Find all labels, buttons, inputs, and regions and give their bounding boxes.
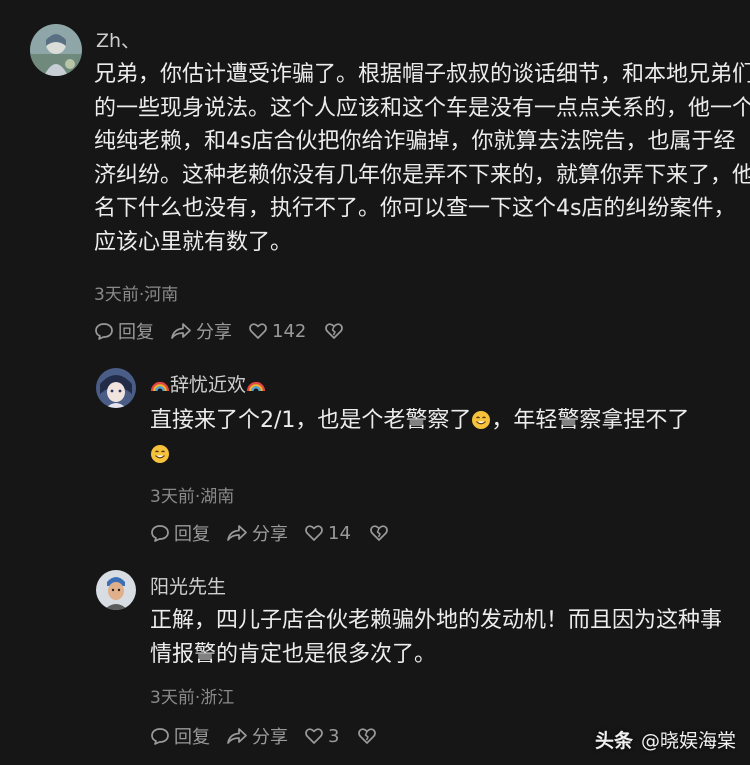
avatar[interactable] (96, 368, 136, 408)
rainbow-icon (150, 381, 170, 391)
reply-actions: 回复 分享 3 (150, 723, 377, 749)
reply-button[interactable]: 回复 (94, 318, 154, 344)
dislike-button[interactable] (369, 523, 389, 543)
share-label: 分享 (252, 524, 288, 545)
reply-label: 回复 (174, 524, 210, 545)
watermark: 头条 @晓娱海棠 (595, 726, 736, 753)
share-button[interactable]: 分享 (170, 318, 232, 344)
reply-username-text: 辞忧近欢 (170, 374, 247, 396)
reply-text-part: ，年轻警察拿捏不了 (491, 408, 690, 433)
reply-username[interactable]: 阳光先生 (150, 572, 226, 599)
reply-actions: 回复 分享 14 (150, 520, 389, 546)
broken-heart-icon (325, 323, 344, 339)
reply-meta: 3天前·浙江 (150, 688, 235, 708)
heart-icon (305, 728, 323, 744)
like-count: 142 (272, 320, 307, 342)
share-icon (227, 525, 247, 541)
like-button[interactable]: 14 (304, 523, 351, 544)
broken-heart-icon (370, 525, 388, 541)
reply-icon (95, 323, 113, 340)
smile-emoji-icon (151, 444, 169, 463)
like-button[interactable]: 3 (304, 726, 339, 747)
reply-button[interactable]: 回复 (150, 723, 210, 749)
share-label: 分享 (252, 727, 288, 748)
broken-heart-icon (358, 728, 377, 744)
like-count: 14 (328, 522, 351, 544)
reply-icon (151, 525, 169, 542)
reply-icon (151, 728, 169, 745)
dislike-button[interactable] (324, 321, 344, 341)
reply-text-part: 直接来了个2/1，也是个老警察了 (150, 408, 472, 433)
share-button[interactable]: 分享 (226, 723, 288, 749)
reply-button[interactable]: 回复 (150, 520, 210, 546)
share-label: 分享 (196, 322, 232, 343)
reply-label: 回复 (118, 322, 154, 343)
comment-username[interactable]: Zh、 (96, 26, 140, 53)
watermark-account: @晓娱海棠 (640, 730, 736, 752)
comment-item: Zh、 兄弟，你估计遭受诈骗了。根据帽子叔叔的谈话细节，和本地兄弟们的一些现身说… (0, 0, 750, 350)
like-button[interactable]: 142 (248, 321, 306, 342)
like-count: 3 (328, 725, 340, 747)
smile-emoji-icon (472, 411, 491, 429)
share-button[interactable]: 分享 (226, 520, 288, 546)
comment-actions: 回复 分享 142 (94, 318, 344, 344)
comment-meta: 3天前·河南 (94, 285, 179, 305)
rainbow-icon (246, 381, 266, 391)
heart-icon (305, 525, 323, 541)
avatar[interactable] (30, 24, 82, 76)
reply-text: 正解，四儿子店合伙老赖骗外地的发动机！而且因为这种事情报警的肯定也是很多次了。 (150, 608, 723, 667)
reply-comment-item: 辞忧近欢 直接来了个2/1，也是个老警察了 ，年轻警察拿捏不了 3天前·湖南 回复… (0, 360, 750, 560)
reply-username[interactable]: 辞忧近欢 (150, 370, 266, 397)
share-icon (171, 323, 191, 339)
reply-text: 直接来了个2/1，也是个老警察了 ，年轻警察拿捏不了 (150, 404, 740, 471)
reply-meta: 3天前·湖南 (150, 487, 235, 507)
comment-text: 兄弟，你估计遭受诈骗了。根据帽子叔叔的谈话细节，和本地兄弟们的一些现身说法。这个… (94, 62, 750, 255)
dislike-button[interactable] (357, 726, 377, 746)
watermark-brand: 头条 (594, 730, 633, 752)
share-icon (227, 728, 247, 744)
avatar[interactable] (96, 570, 136, 610)
heart-icon (249, 323, 267, 339)
comment-feed: Zh、 兄弟，你估计遭受诈骗了。根据帽子叔叔的谈话细节，和本地兄弟们的一些现身说… (0, 0, 750, 765)
reply-label: 回复 (174, 727, 210, 748)
